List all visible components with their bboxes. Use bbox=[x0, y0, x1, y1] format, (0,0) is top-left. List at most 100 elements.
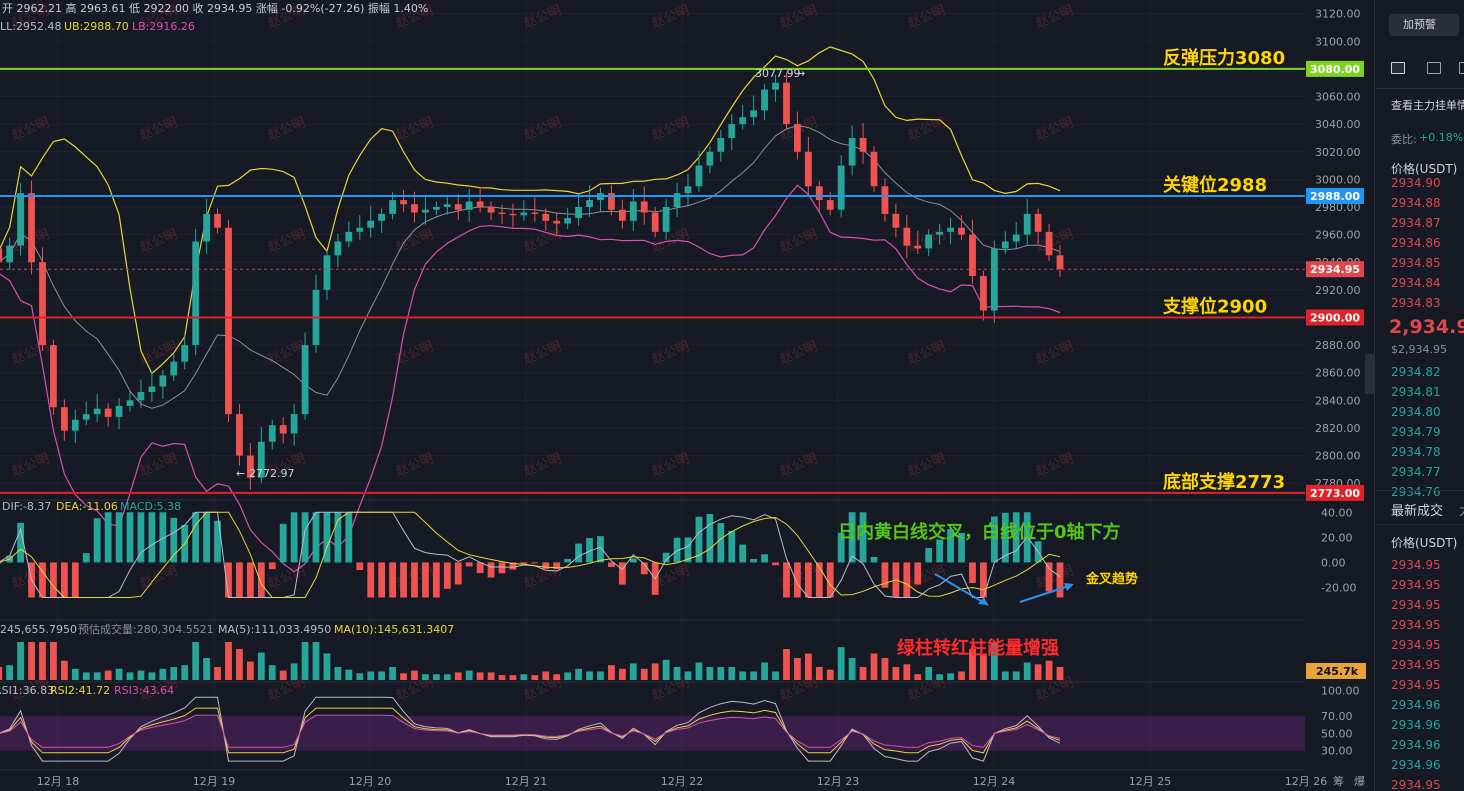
rsi3-legend: RSI3:43.64 bbox=[114, 684, 174, 697]
ask-price[interactable]: 2934.87 bbox=[1391, 216, 1441, 230]
ask-price[interactable]: 2934.86 bbox=[1391, 236, 1441, 250]
candle-body bbox=[17, 193, 24, 246]
candle-body bbox=[804, 151, 812, 187]
sidebar-last-price-usd: $2,934.95 bbox=[1391, 343, 1447, 356]
trade-price[interactable]: 2934.95 bbox=[1391, 598, 1441, 612]
trade-price[interactable]: 2934.95 bbox=[1391, 558, 1441, 572]
candle-body bbox=[126, 400, 134, 406]
trade-price[interactable]: 2934.95 bbox=[1391, 678, 1441, 692]
bid-price[interactable]: 2934.79 bbox=[1391, 425, 1441, 439]
macd-bar bbox=[980, 562, 987, 598]
candle-body bbox=[181, 345, 189, 362]
volume-bar bbox=[498, 675, 506, 680]
trade-price[interactable]: 2934.95 bbox=[1391, 778, 1441, 791]
volume-bar bbox=[1012, 671, 1020, 680]
candle-body bbox=[553, 220, 561, 224]
macd-bar bbox=[969, 562, 976, 584]
candle-body bbox=[214, 213, 221, 228]
candle-body bbox=[345, 231, 353, 242]
volume-bar bbox=[454, 672, 462, 680]
bid-price[interactable]: 2934.76 bbox=[1391, 485, 1441, 499]
orderbook-title[interactable]: 查看主力挂单情 bbox=[1391, 97, 1464, 113]
book-asks-icon[interactable] bbox=[1459, 62, 1464, 74]
volume-bar bbox=[389, 667, 396, 680]
volume-bar bbox=[126, 672, 134, 680]
volume-bar bbox=[564, 672, 572, 680]
ask-price[interactable]: 2934.84 bbox=[1391, 276, 1441, 290]
volume-bar bbox=[520, 674, 528, 680]
book-bids-icon[interactable] bbox=[1427, 62, 1441, 74]
trade-price[interactable]: 2934.95 bbox=[1391, 618, 1441, 632]
bid-price[interactable]: 2934.77 bbox=[1391, 465, 1441, 479]
sidebar-resize-handle[interactable] bbox=[1365, 354, 1374, 394]
candle-body bbox=[542, 213, 550, 221]
candle-body bbox=[870, 151, 878, 187]
bid-price[interactable]: 2934.78 bbox=[1391, 445, 1441, 459]
macd-bar bbox=[115, 512, 123, 563]
trade-price[interactable]: 2934.96 bbox=[1391, 758, 1441, 772]
level-axis-tag-text: 3080.00 bbox=[1310, 63, 1360, 76]
candle-body bbox=[422, 209, 429, 213]
volume-bar bbox=[531, 675, 539, 680]
bottom-tab[interactable]: 筹 bbox=[1333, 774, 1344, 788]
volume-bar bbox=[465, 670, 473, 680]
trade-price[interactable]: 2934.95 bbox=[1391, 578, 1441, 592]
trade-price[interactable]: 2934.96 bbox=[1391, 738, 1441, 752]
candle-body bbox=[509, 213, 517, 216]
candle-body bbox=[1001, 241, 1009, 249]
volume-bar bbox=[1034, 664, 1042, 680]
candle-body bbox=[71, 419, 79, 431]
trade-price[interactable]: 2934.95 bbox=[1391, 638, 1441, 652]
ask-price[interactable]: 2934.85 bbox=[1391, 256, 1441, 270]
price-tick: 2840.00 bbox=[1315, 394, 1361, 407]
price-tick: 2920.00 bbox=[1315, 284, 1361, 297]
volume-bar bbox=[728, 667, 736, 680]
time-tick: 12月 25 bbox=[1129, 775, 1172, 788]
level-label: 底部支撑2773 bbox=[1163, 471, 1285, 493]
trade-price[interactable]: 2934.96 bbox=[1391, 698, 1441, 712]
level-label: 反弹压力3080 bbox=[1163, 47, 1285, 69]
trades-tab-large[interactable]: 大 bbox=[1459, 500, 1464, 519]
chart-svg[interactable]: 赵公明 赵公明 赵公明 赵公明 赵公明 赵公明 赵公明 赵公明 赵公明赵公明 赵公明 赵公明 赵公明赵… bbox=[0, 0, 1464, 791]
ask-price[interactable]: 2934.88 bbox=[1391, 196, 1441, 210]
bottom-tab[interactable]: 爆 bbox=[1354, 774, 1365, 788]
candle-body bbox=[651, 212, 659, 232]
bid-price[interactable]: 2934.81 bbox=[1391, 385, 1441, 399]
volume-bar bbox=[662, 659, 670, 680]
macd-bar bbox=[301, 512, 309, 563]
bid-price[interactable]: 2934.80 bbox=[1391, 405, 1441, 419]
sidebar-divider-3 bbox=[1375, 524, 1464, 525]
trade-price[interactable]: 2934.95 bbox=[1391, 658, 1441, 672]
candle-body bbox=[794, 124, 801, 152]
macd-tick: -20.00 bbox=[1321, 581, 1356, 594]
add-alert-button[interactable]: 加预警 bbox=[1389, 14, 1459, 36]
ask-price[interactable]: 2934.83 bbox=[1391, 296, 1441, 310]
candle-body bbox=[1034, 213, 1042, 232]
price-tick: 2800.00 bbox=[1315, 450, 1361, 463]
golden-cross-annotation: 金叉趋势 bbox=[1085, 571, 1138, 587]
volume-bar bbox=[673, 667, 681, 680]
candle-body bbox=[432, 207, 440, 210]
macd-tick: 20.00 bbox=[1321, 531, 1353, 544]
macd-bar bbox=[925, 547, 933, 563]
candle-body bbox=[192, 241, 200, 346]
price-header: 价格(USDT) bbox=[1391, 162, 1458, 176]
trades-tab-latest[interactable]: 最新成交 bbox=[1391, 500, 1443, 519]
price-tick: 3020.00 bbox=[1315, 146, 1361, 159]
macd-bar bbox=[717, 523, 725, 563]
volume-bar bbox=[837, 647, 845, 680]
volume-bar bbox=[914, 674, 922, 680]
price-tick: 3060.00 bbox=[1315, 91, 1361, 104]
macd-annotation: 日内黄白线交叉，白线位于0轴下方 bbox=[838, 521, 1121, 543]
volume-bar bbox=[761, 662, 768, 680]
bid-price[interactable]: 2934.82 bbox=[1391, 365, 1441, 379]
ask-price[interactable]: 2934.90 bbox=[1391, 176, 1441, 190]
trade-price[interactable]: 2934.96 bbox=[1391, 718, 1441, 732]
candle-body bbox=[498, 212, 506, 214]
volume-bar bbox=[859, 667, 867, 680]
candle-body bbox=[640, 201, 648, 213]
book-both-icon[interactable] bbox=[1391, 62, 1405, 74]
candle-body bbox=[837, 165, 845, 210]
volume-bar bbox=[1056, 667, 1064, 680]
volume-bar bbox=[159, 668, 167, 680]
